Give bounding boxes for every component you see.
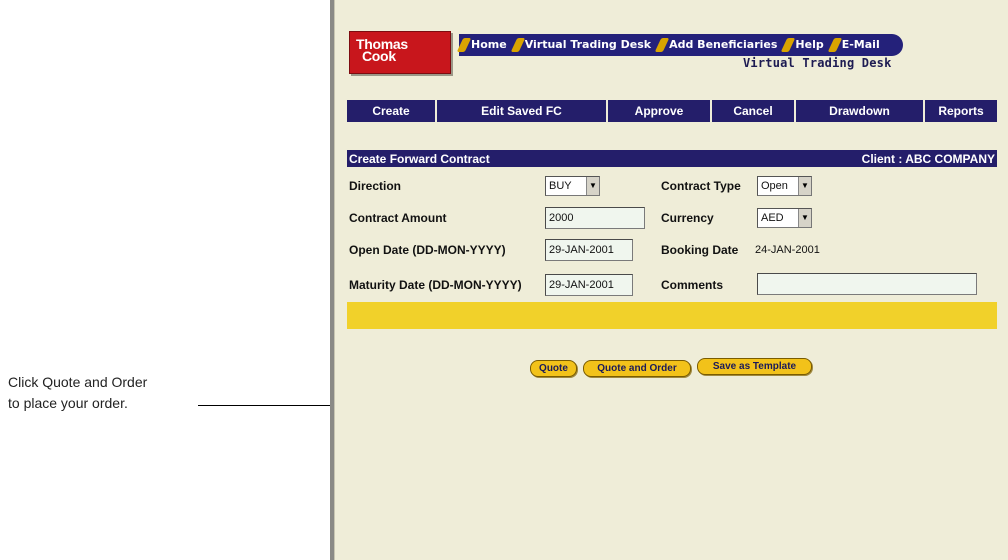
form-title: Create Forward Contract xyxy=(349,151,490,166)
menu-approve[interactable]: Approve xyxy=(608,100,712,122)
action-menu-bar: Create Edit Saved FC Approve Cancel Draw… xyxy=(347,100,997,122)
menu-drawdown[interactable]: Drawdown xyxy=(796,100,925,122)
nav-home[interactable]: Home xyxy=(459,34,513,56)
client-name: Client : ABC COMPANY xyxy=(861,151,995,166)
chevron-down-icon: ▼ xyxy=(798,209,811,227)
top-navigation: Home Virtual Trading Desk Add Beneficiar… xyxy=(459,34,903,56)
open-date-label: Open Date (DD-MON-YYYY) xyxy=(349,243,506,257)
chevron-down-icon: ▼ xyxy=(798,177,811,195)
save-as-template-button[interactable]: Save as Template xyxy=(697,358,812,375)
currency-label: Currency xyxy=(661,211,714,225)
contract-type-value: Open xyxy=(761,180,788,192)
direction-label: Direction xyxy=(349,179,402,193)
contract-amount-label: Contract Amount xyxy=(349,211,447,225)
comments-label: Comments xyxy=(661,278,724,292)
comments-input[interactable] xyxy=(757,273,977,295)
direction-select[interactable]: BUY ▼ xyxy=(545,176,600,196)
maturity-date-label: Maturity Date (DD-MON-YYYY) xyxy=(349,278,522,292)
menu-reports[interactable]: Reports xyxy=(925,100,997,122)
contract-type-select[interactable]: Open ▼ xyxy=(757,176,812,196)
chevron-down-icon: ▼ xyxy=(586,177,599,195)
callout-line-1: Click Quote and Order xyxy=(8,374,148,390)
nav-add-beneficiaries[interactable]: Add Beneficiaries xyxy=(657,34,783,56)
app-window: Thomas Cook Home Virtual Trading Desk Ad… xyxy=(330,0,1008,560)
menu-cancel[interactable]: Cancel xyxy=(712,100,796,122)
direction-value: BUY xyxy=(549,180,572,192)
callout-line-2: to place your order. xyxy=(8,395,128,411)
form-header: Create Forward Contract Client : ABC COM… xyxy=(347,150,997,167)
quote-button[interactable]: Quote xyxy=(530,360,577,377)
maturity-date-input[interactable]: 29-JAN-2001 xyxy=(545,274,633,296)
currency-select[interactable]: AED ▼ xyxy=(757,208,812,228)
nav-help[interactable]: Help xyxy=(783,34,829,56)
nav-email[interactable]: E-Mail xyxy=(830,34,886,56)
booking-date-value: 24-JAN-2001 xyxy=(755,244,820,256)
contract-amount-input[interactable]: 2000 xyxy=(545,207,645,229)
menu-create[interactable]: Create xyxy=(347,100,437,122)
nav-virtual-trading-desk[interactable]: Virtual Trading Desk xyxy=(513,34,657,56)
contract-type-label: Contract Type xyxy=(661,179,741,193)
menu-edit-saved-fc[interactable]: Edit Saved FC xyxy=(437,100,608,122)
quote-and-order-button[interactable]: Quote and Order xyxy=(583,360,691,377)
status-bar xyxy=(347,302,997,329)
open-date-input[interactable]: 29-JAN-2001 xyxy=(545,239,633,261)
page-subtitle: Virtual Trading Desk xyxy=(743,56,892,70)
thomas-cook-logo[interactable]: Thomas Cook xyxy=(349,31,451,74)
instruction-callout: Click Quote and Order to place your orde… xyxy=(8,372,147,414)
booking-date-label: Booking Date xyxy=(661,243,739,257)
currency-value: AED xyxy=(761,212,784,224)
